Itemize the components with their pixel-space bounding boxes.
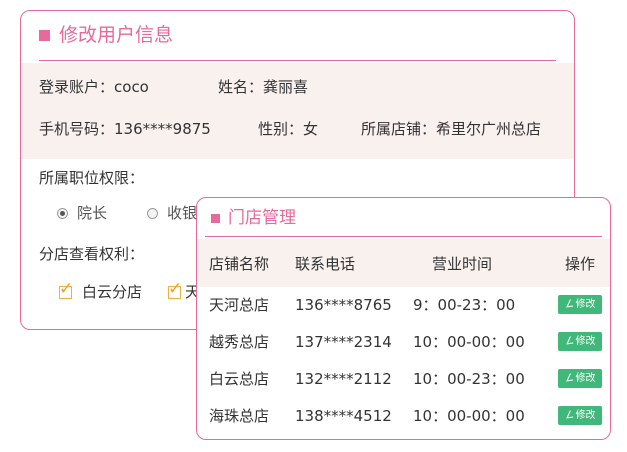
role-radio-dean[interactable]: 院长 [57,203,107,223]
edit-button-label: 修改 [575,373,596,384]
pencil-icon: ∠ [563,372,575,385]
edit-user-info-title: 修改用户信息 [59,24,174,46]
edit-button[interactable]: ∠ 修改 [558,295,602,314]
gender-label: 性别： [258,120,304,138]
name-value: 龚丽喜 [263,78,309,96]
store-name-cell: 海珠总店 [209,407,270,425]
edit-button-label: 修改 [575,299,596,310]
pink-square-icon [39,29,50,41]
role-radio-cashier[interactable]: 收银 [147,203,197,223]
login-account-field: 登录账户：coco [39,77,149,97]
store-name-cell: 天河总店 [209,296,270,314]
role-radio-label: 院长 [77,204,108,222]
phone-cell: 138****4512 [295,407,392,425]
phone-cell: 136****8765 [295,296,392,314]
title-divider [205,236,602,237]
hours-cell: 10：00-23：00 [413,370,525,388]
phone-label: 手机号码： [39,120,115,138]
edit-button-label: 修改 [575,336,596,347]
store-value: 希里尔广州总店 [436,120,542,138]
name-label: 姓名： [218,78,264,96]
column-header-action: 操作 [565,255,596,273]
checkmark-icon: ✓ [168,278,183,299]
phone-cell: 137****2314 [295,333,392,351]
branch-section-label: 分店查看权利： [39,245,145,263]
table-header: 店铺名称 联系电话 营业时间 操作 [197,239,610,287]
phone-value: 136****9875 [114,120,211,138]
pencil-icon: ∠ [563,409,575,422]
edit-button[interactable]: ∠ 修改 [558,332,602,351]
store-management-title: 门店管理 [228,208,296,228]
radio-unchecked-icon [147,207,158,219]
phone-field: 手机号码：136****9875 [39,119,211,139]
store-label: 所属店铺： [361,120,437,138]
title-divider [39,60,556,61]
column-header-hours: 营业时间 [432,255,493,273]
checkbox: ✓ [168,280,182,299]
edit-button[interactable]: ∠ 修改 [558,369,602,388]
hours-cell: 9：00-23：00 [413,296,516,314]
checkmark-icon: ✓ [59,278,74,299]
edit-user-info-header: 修改用户信息 [39,23,173,47]
column-header-phone: 联系电话 [295,255,356,273]
phone-cell: 132****2112 [295,370,392,388]
hours-cell: 10：00-00：00 [413,333,525,351]
store-field: 所属店铺：希里尔广州总店 [361,119,541,139]
gender-value: 女 [303,120,319,138]
store-management-header: 门店管理 [211,207,296,229]
column-header-store-name: 店铺名称 [209,255,270,273]
edit-button[interactable]: ∠ 修改 [558,406,602,425]
branch-checkbox-label: 白云分店 [82,283,143,301]
role-radio-label: 收银 [167,204,198,222]
name-field: 姓名：龚丽喜 [218,77,308,97]
pencil-icon: ∠ [563,298,575,311]
radio-checked-icon [57,207,68,219]
pink-square-icon [211,213,220,223]
gender-field: 性别：女 [258,119,318,139]
pencil-icon: ∠ [563,335,575,348]
hours-cell: 10：00-00：00 [413,407,525,425]
login-account-value: coco [114,78,149,96]
checkbox: ✓ [59,280,73,299]
login-account-label: 登录账户： [39,78,115,96]
role-section-label: 所属职位权限： [39,169,145,187]
branch-checkbox-baiyun[interactable]: ✓ 白云分店 [59,280,143,302]
store-name-cell: 越秀总店 [209,333,270,351]
edit-button-label: 修改 [575,410,596,421]
store-name-cell: 白云总店 [209,370,270,388]
store-management-panel: 门店管理 店铺名称 联系电话 营业时间 操作 天河总店 136****8765 … [196,197,611,440]
